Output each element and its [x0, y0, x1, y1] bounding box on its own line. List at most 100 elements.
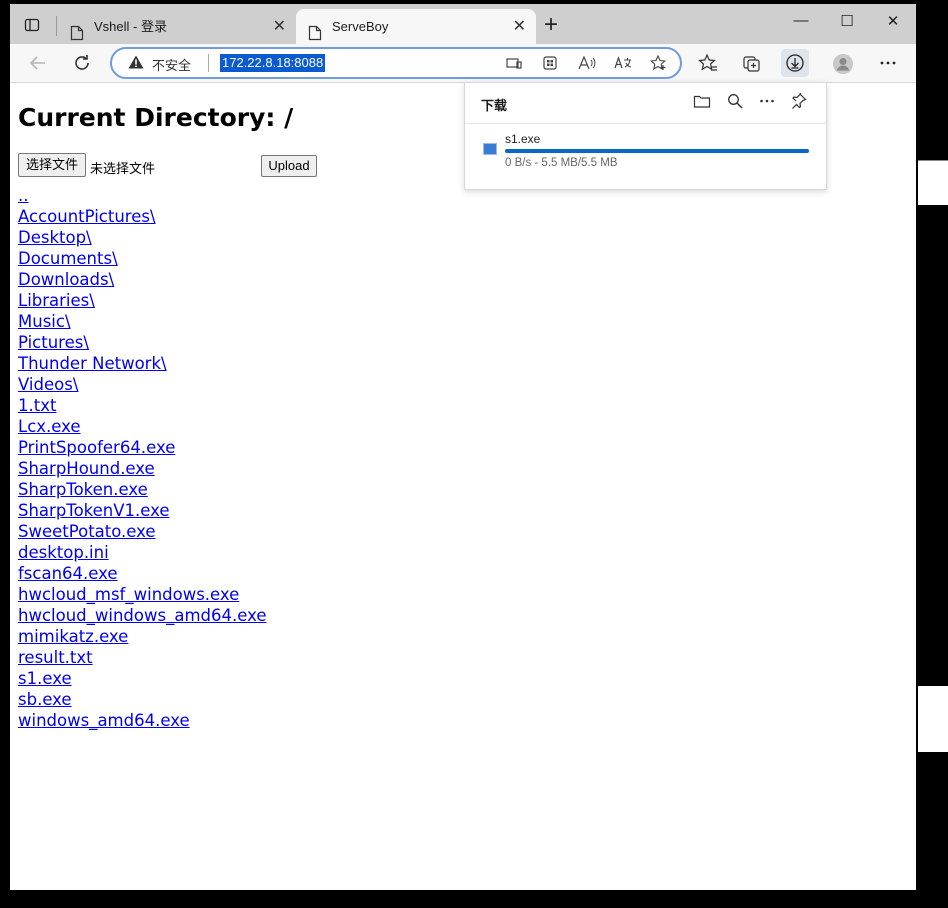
file-link[interactable]: Pictures\ [18, 333, 89, 352]
pin-icon[interactable] [791, 91, 807, 114]
list-item: PrintSpoofer64.exe [18, 437, 267, 458]
choose-file-button[interactable]: 选择文件 [18, 153, 87, 177]
list-item: .. [18, 185, 267, 206]
read-aloud-icon[interactable] [578, 55, 596, 76]
file-link[interactable]: Libraries\ [18, 291, 95, 310]
list-item: SharpTokenV1.exe [18, 500, 267, 521]
page-title: Current Directory: / [18, 103, 294, 132]
list-item: Music\ [18, 311, 267, 332]
device-icon[interactable] [506, 55, 522, 76]
browser-window: Vshell - 登录 ✕ ServeBoy ✕ + — ☐ ✕ 不安全 172… [10, 4, 916, 890]
list-item: hwcloud_msf_windows.exe [18, 584, 267, 605]
background-window-fragment [918, 160, 948, 205]
list-item: Downloads\ [18, 269, 267, 290]
file-link[interactable]: fscan64.exe [18, 564, 118, 583]
list-item: 1.txt [18, 395, 267, 416]
file-link[interactable]: .. [18, 186, 29, 205]
download-status: 0 B/s - 5.5 MB/5.5 MB [505, 157, 618, 169]
tab-label: ServeBoy [332, 19, 389, 34]
list-item: Thunder Network\ [18, 353, 267, 374]
list-item: Desktop\ [18, 227, 267, 248]
file-link[interactable]: windows_amd64.exe [18, 711, 190, 730]
file-link[interactable]: PrintSpoofer64.exe [18, 438, 175, 457]
list-item: Pictures\ [18, 332, 267, 353]
tab-actions-icon[interactable] [24, 17, 40, 33]
downloads-divider [465, 123, 826, 124]
list-item: result.txt [18, 647, 267, 668]
back-icon[interactable] [24, 49, 52, 77]
file-link[interactable]: hwcloud_windows_amd64.exe [18, 606, 267, 625]
more-options-icon[interactable] [874, 49, 902, 77]
open-folder-icon[interactable] [693, 93, 711, 114]
tab-vshell[interactable]: Vshell - 登录 ✕ [58, 9, 296, 44]
maximize-button[interactable]: ☐ [824, 12, 870, 34]
file-link[interactable]: sb.exe [18, 690, 72, 709]
page-icon [308, 19, 322, 41]
minimize-button[interactable]: — [778, 12, 824, 34]
file-link[interactable]: Lcx.exe [18, 417, 81, 436]
download-filename[interactable]: s1.exe [505, 132, 540, 146]
tab-serveboy[interactable]: ServeBoy ✕ [296, 9, 536, 44]
tab-label: Vshell - 登录 [94, 19, 167, 34]
refresh-icon[interactable] [68, 49, 96, 77]
file-link[interactable]: Thunder Network\ [18, 354, 167, 373]
list-item: AccountPictures\ [18, 206, 267, 227]
download-progress-fill [505, 149, 809, 153]
list-item: SweetPotato.exe [18, 521, 267, 542]
file-link[interactable]: 1.txt [18, 396, 56, 415]
list-item: hwcloud_windows_amd64.exe [18, 605, 267, 626]
file-link[interactable]: hwcloud_msf_windows.exe [18, 585, 239, 604]
no-file-label: 未选择文件 [90, 161, 156, 176]
more-options-icon[interactable] [759, 93, 775, 114]
file-link[interactable]: result.txt [18, 648, 93, 667]
browser-toolbar: 不安全 172.22.8.18:8088 [10, 44, 916, 83]
upload-button[interactable]: Upload [261, 155, 317, 177]
file-link[interactable]: desktop.ini [18, 543, 109, 562]
tab-separator [56, 16, 57, 36]
list-item: s1.exe [18, 668, 267, 689]
file-link[interactable]: Downloads\ [18, 270, 114, 289]
download-icon [786, 54, 804, 72]
file-icon [483, 143, 497, 155]
list-item: mimikatz.exe [18, 626, 267, 647]
list-item: sb.exe [18, 689, 267, 710]
file-link[interactable]: SharpToken.exe [18, 480, 148, 499]
search-icon[interactable] [727, 93, 743, 114]
add-favorite-icon[interactable] [649, 54, 668, 76]
address-bar[interactable]: 不安全 172.22.8.18:8088 [110, 47, 682, 79]
downloads-panel: 下载 s1.exe 0 B/s - 5.5 MB/5.5 MB [464, 82, 827, 190]
list-item: Videos\ [18, 374, 267, 395]
file-link[interactable]: Videos\ [18, 375, 78, 394]
warning-icon [128, 55, 144, 74]
new-tab-button[interactable]: + [544, 12, 558, 38]
page-content: Current Directory: / 选择文件 未选择文件 Upload .… [10, 83, 916, 890]
apps-icon[interactable] [542, 55, 558, 76]
file-link[interactable]: SharpTokenV1.exe [18, 501, 170, 520]
list-item: windows_amd64.exe [18, 710, 267, 731]
list-item: SharpHound.exe [18, 458, 267, 479]
file-link[interactable]: Music\ [18, 312, 71, 331]
page-icon [70, 19, 84, 41]
close-tab-icon[interactable]: ✕ [273, 9, 286, 44]
translate-icon[interactable] [614, 55, 632, 76]
download-progress-bar [505, 149, 809, 153]
security-label[interactable]: 不安全 [152, 55, 191, 74]
address-divider [208, 54, 209, 72]
file-link[interactable]: Documents\ [18, 249, 118, 268]
collections-icon[interactable] [738, 49, 766, 77]
downloads-button[interactable] [781, 49, 809, 77]
list-item: desktop.ini [18, 542, 267, 563]
file-link[interactable]: AccountPictures\ [18, 207, 156, 226]
list-item: fscan64.exe [18, 563, 267, 584]
file-link[interactable]: s1.exe [18, 669, 72, 688]
url-text[interactable]: 172.22.8.18:8088 [220, 54, 326, 72]
profile-avatar[interactable] [828, 49, 856, 77]
close-window-button[interactable]: ✕ [870, 12, 916, 34]
favorites-icon[interactable] [694, 49, 722, 77]
file-link[interactable]: Desktop\ [18, 228, 92, 247]
file-link[interactable]: SharpHound.exe [18, 459, 155, 478]
list-item: SharpToken.exe [18, 479, 267, 500]
file-link[interactable]: SweetPotato.exe [18, 522, 156, 541]
file-link[interactable]: mimikatz.exe [18, 627, 128, 646]
close-tab-icon[interactable]: ✕ [513, 9, 526, 44]
